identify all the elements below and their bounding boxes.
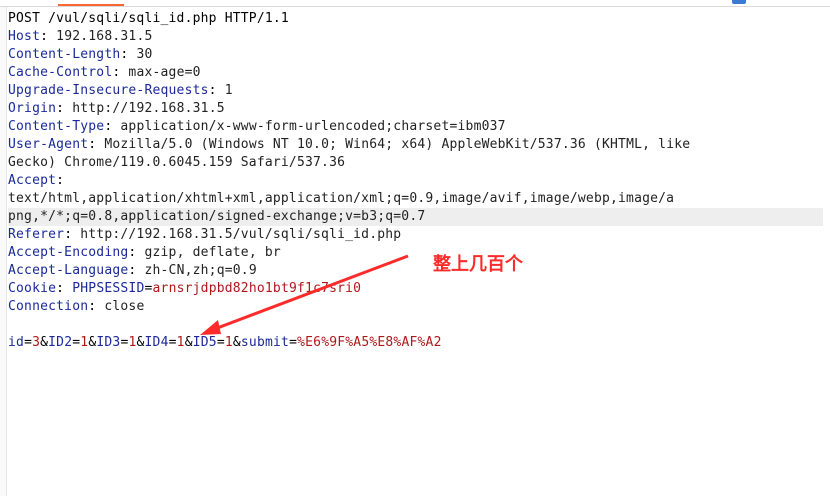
annotation-text: 整上几百个 [433,254,523,275]
annotation-arrow [200,254,409,335]
